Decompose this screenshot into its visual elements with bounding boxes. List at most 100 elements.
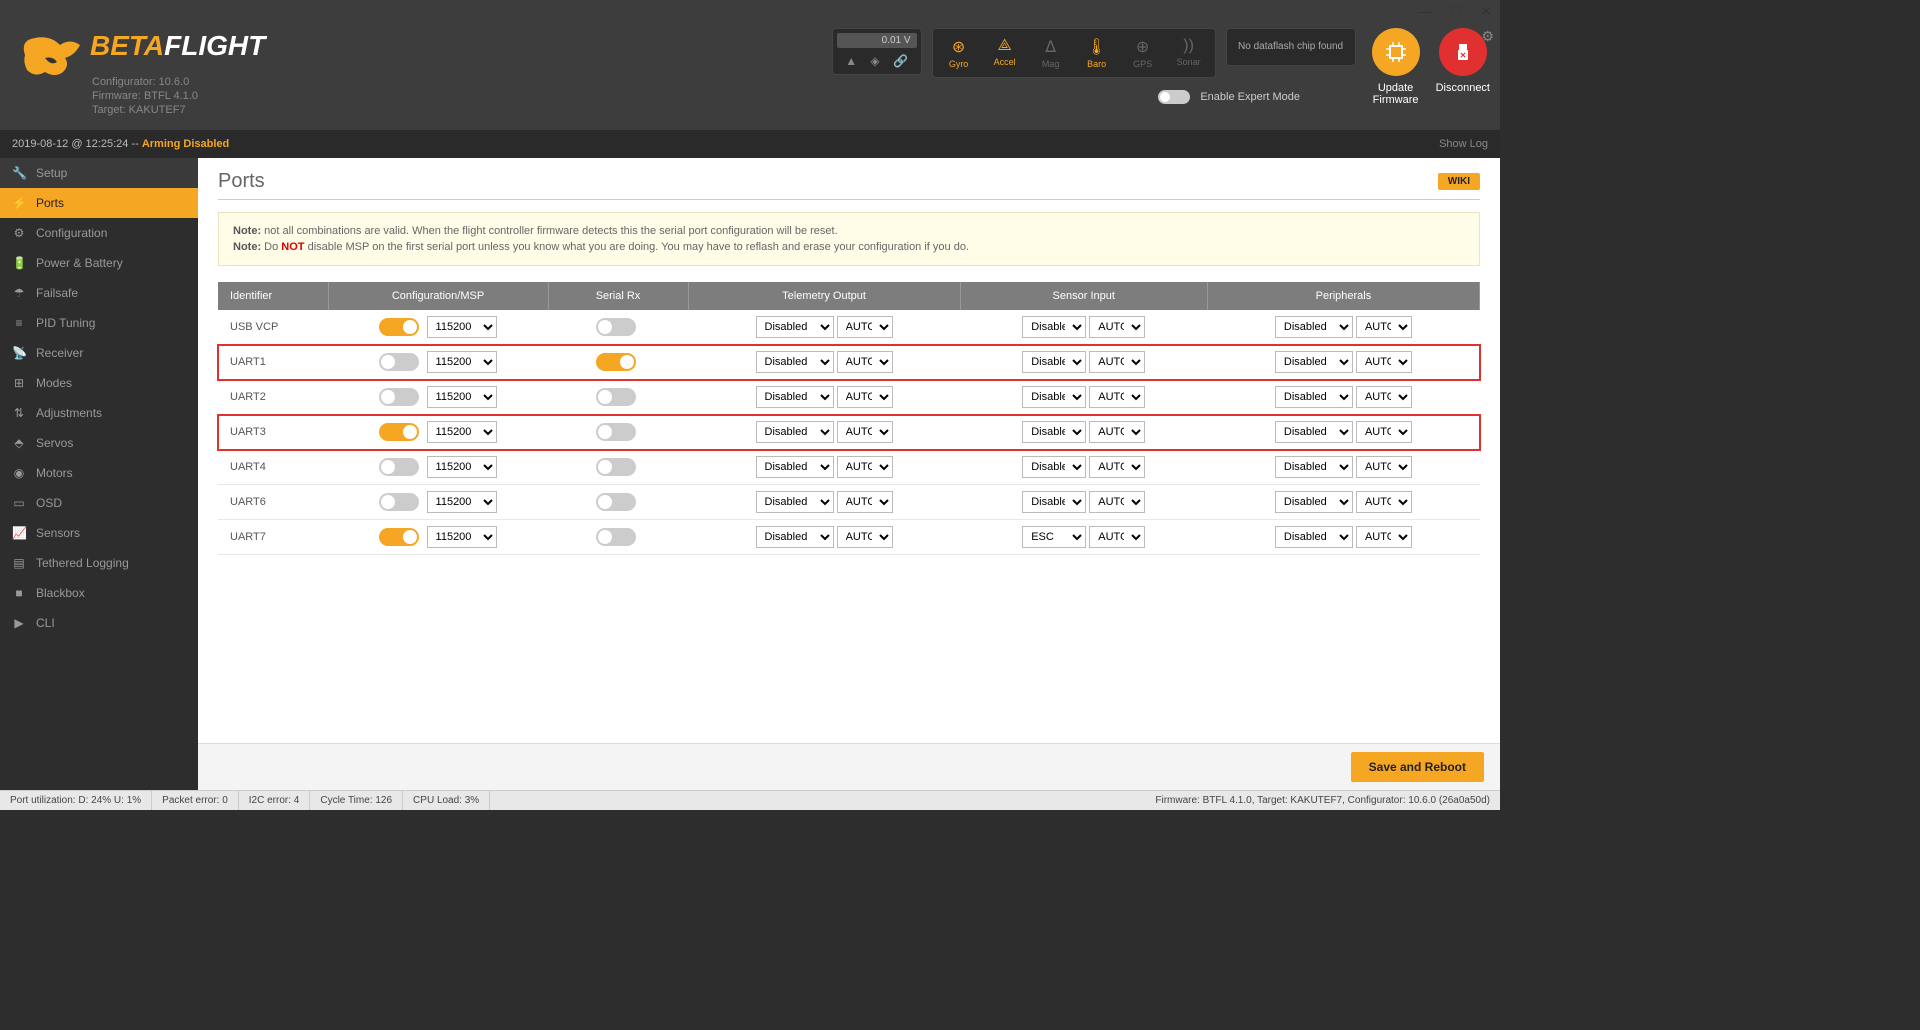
- serialrx-toggle[interactable]: [596, 528, 636, 546]
- sidebar-item-modes[interactable]: ⊞Modes: [0, 368, 198, 398]
- telemetry-select[interactable]: Disabled: [756, 526, 834, 548]
- peripheral-baud-select[interactable]: AUTO: [1356, 351, 1412, 373]
- peripheral-baud-select[interactable]: AUTO: [1356, 421, 1412, 443]
- footer-i2c-error: I2C error: 4: [239, 791, 311, 810]
- peripheral-baud-select[interactable]: AUTO: [1356, 316, 1412, 338]
- sensor-baud-select[interactable]: AUTO: [1089, 351, 1145, 373]
- warning-icon: ▲: [845, 54, 857, 68]
- msp-baud-select[interactable]: 115200: [427, 386, 497, 408]
- telemetry-select[interactable]: Disabled: [756, 456, 834, 478]
- sensor-baud-select[interactable]: AUTO: [1089, 456, 1145, 478]
- sidebar-item-power-battery[interactable]: 🔋Power & Battery: [0, 248, 198, 278]
- close-button[interactable]: ✕: [1480, 3, 1492, 20]
- msp-toggle[interactable]: [379, 493, 419, 511]
- peripheral-baud-select[interactable]: AUTO: [1356, 386, 1412, 408]
- serialrx-toggle[interactable]: [596, 493, 636, 511]
- sensor-baud-select[interactable]: AUTO: [1089, 491, 1145, 513]
- sidebar-item-motors[interactable]: ◉Motors: [0, 458, 198, 488]
- sidebar-item-osd[interactable]: ▭OSD: [0, 488, 198, 518]
- peripheral-select[interactable]: Disabled: [1275, 386, 1353, 408]
- diamond-icon: ◈: [870, 54, 879, 68]
- peripheral-select[interactable]: Disabled: [1275, 456, 1353, 478]
- telemetry-baud-select[interactable]: AUTO: [837, 421, 893, 443]
- msp-baud-select[interactable]: 115200: [427, 421, 497, 443]
- sidebar-item-label: Motors: [36, 466, 73, 480]
- sidebar-item-failsafe[interactable]: ☂Failsafe: [0, 278, 198, 308]
- msp-toggle[interactable]: [379, 353, 419, 371]
- sidebar-item-label: Failsafe: [36, 286, 78, 300]
- telemetry-baud-select[interactable]: AUTO: [837, 456, 893, 478]
- peripheral-select[interactable]: Disabled: [1275, 491, 1353, 513]
- update-firmware-label: Update Firmware: [1366, 82, 1426, 106]
- msp-baud-select[interactable]: 115200: [427, 351, 497, 373]
- sensor-select[interactable]: Disabled: [1022, 386, 1086, 408]
- save-reboot-button[interactable]: Save and Reboot: [1351, 752, 1484, 782]
- msp-toggle[interactable]: [379, 423, 419, 441]
- serialrx-toggle[interactable]: [596, 423, 636, 441]
- telemetry-baud-select[interactable]: AUTO: [837, 351, 893, 373]
- sidebar-item-pid-tuning[interactable]: ≡PID Tuning: [0, 308, 198, 338]
- wiki-button[interactable]: WIKI: [1438, 173, 1480, 190]
- telemetry-baud-select[interactable]: AUTO: [837, 316, 893, 338]
- serialrx-toggle[interactable]: [596, 458, 636, 476]
- update-firmware-button[interactable]: Update Firmware: [1366, 28, 1426, 106]
- telemetry-select[interactable]: Disabled: [756, 386, 834, 408]
- sidebar-item-configuration[interactable]: ⚙Configuration: [0, 218, 198, 248]
- msp-toggle[interactable]: [379, 318, 419, 336]
- sidebar-item-sensors[interactable]: 📈Sensors: [0, 518, 198, 548]
- sidebar-item-blackbox[interactable]: ■Blackbox: [0, 578, 198, 608]
- telemetry-select[interactable]: Disabled: [756, 421, 834, 443]
- sensor-select[interactable]: ESC: [1022, 526, 1086, 548]
- maximize-button[interactable]: □: [1452, 3, 1460, 19]
- peripheral-select[interactable]: Disabled: [1275, 421, 1353, 443]
- serialrx-toggle[interactable]: [596, 353, 636, 371]
- minimize-button[interactable]: —: [1418, 3, 1432, 19]
- peripheral-select[interactable]: Disabled: [1275, 316, 1353, 338]
- sensor-select[interactable]: Disabled: [1022, 316, 1086, 338]
- sidebar-item-cli[interactable]: ▶CLI: [0, 608, 198, 638]
- telemetry-baud-select[interactable]: AUTO: [837, 491, 893, 513]
- expert-mode-toggle[interactable]: Enable Expert Mode: [1158, 90, 1300, 104]
- serialrx-toggle[interactable]: [596, 388, 636, 406]
- msp-baud-select[interactable]: 115200: [427, 456, 497, 478]
- msp-baud-select[interactable]: 115200: [427, 526, 497, 548]
- sensor-baud-select[interactable]: AUTO: [1089, 386, 1145, 408]
- msp-toggle[interactable]: [379, 458, 419, 476]
- sensor-baud-select[interactable]: AUTO: [1089, 526, 1145, 548]
- sidebar-item-setup[interactable]: 🔧Setup: [0, 158, 198, 188]
- telemetry-baud-select[interactable]: AUTO: [837, 386, 893, 408]
- peripheral-baud-select[interactable]: AUTO: [1356, 526, 1412, 548]
- show-log-button[interactable]: Show Log: [1439, 138, 1488, 150]
- sensor-select[interactable]: Disabled: [1022, 351, 1086, 373]
- sensor-select[interactable]: Disabled: [1022, 421, 1086, 443]
- msp-baud-select[interactable]: 115200: [427, 491, 497, 513]
- disconnect-button[interactable]: ✕ Disconnect: [1436, 28, 1490, 94]
- msp-toggle[interactable]: [379, 388, 419, 406]
- chart-icon: 📈: [12, 526, 26, 540]
- peripheral-select[interactable]: Disabled: [1275, 351, 1353, 373]
- peripheral-baud-select[interactable]: AUTO: [1356, 491, 1412, 513]
- sidebar-item-servos[interactable]: ⬘Servos: [0, 428, 198, 458]
- sidebar-item-tethered-logging[interactable]: ▤Tethered Logging: [0, 548, 198, 578]
- sensor-baro: 🌡Baro: [1075, 33, 1119, 73]
- msp-baud-select[interactable]: 115200: [427, 316, 497, 338]
- sensor-baud-select[interactable]: AUTO: [1089, 316, 1145, 338]
- sidebar-item-ports[interactable]: ⚡Ports: [0, 188, 198, 218]
- telemetry-select[interactable]: Disabled: [756, 491, 834, 513]
- sidebar-item-receiver[interactable]: 📡Receiver: [0, 338, 198, 368]
- telemetry-baud-select[interactable]: AUTO: [837, 526, 893, 548]
- port-identifier: UART7: [218, 520, 328, 555]
- msp-toggle[interactable]: [379, 528, 419, 546]
- peripheral-baud-select[interactable]: AUTO: [1356, 456, 1412, 478]
- telemetry-select[interactable]: Disabled: [756, 316, 834, 338]
- serialrx-toggle[interactable]: [596, 318, 636, 336]
- sensor-select[interactable]: Disabled: [1022, 491, 1086, 513]
- expert-toggle-switch[interactable]: [1158, 90, 1190, 104]
- sensor-baud-select[interactable]: AUTO: [1089, 421, 1145, 443]
- footer-packet-error: Packet error: 0: [152, 791, 239, 810]
- sidebar-item-adjustments[interactable]: ⇅Adjustments: [0, 398, 198, 428]
- firmware-version: Firmware: BTFL 4.1.0: [92, 89, 198, 103]
- telemetry-select[interactable]: Disabled: [756, 351, 834, 373]
- peripheral-select[interactable]: Disabled: [1275, 526, 1353, 548]
- sensor-select[interactable]: Disabled: [1022, 456, 1086, 478]
